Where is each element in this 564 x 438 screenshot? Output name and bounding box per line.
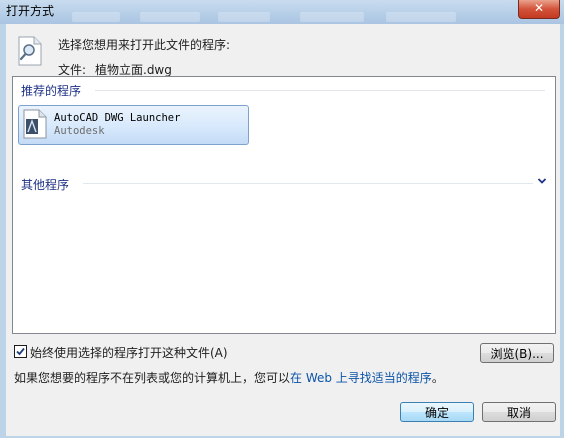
recommended-programs-header[interactable]: 推荐的程序: [21, 82, 81, 98]
browse-button[interactable]: 浏览(B)...: [480, 343, 554, 363]
other-programs-header[interactable]: 其他程序: [21, 176, 69, 192]
checkmark-icon: [16, 347, 25, 356]
chevron-down-icon[interactable]: [537, 176, 547, 186]
cancel-button[interactable]: 取消: [482, 402, 556, 422]
group-divider: [83, 183, 533, 184]
search-file-icon: [18, 36, 42, 66]
open-with-dialog: 选择您想用来打开此文件的程序: 文件: 植物立面.dwg 推荐的程序 AutoC…: [6, 24, 560, 436]
info-text: 如果您想要的程序不在列表或您的计算机上，您可以在 Web 上寻找适当的程序。: [14, 369, 444, 386]
dialog-prompt: 选择您想用来打开此文件的程序:: [58, 38, 231, 52]
close-button[interactable]: ✕: [518, 0, 560, 19]
window-title: 打开方式: [6, 4, 55, 18]
titlebar-reflection: [140, 12, 200, 22]
always-use-checkbox[interactable]: [14, 345, 27, 358]
always-use-label[interactable]: 始终使用选择的程序打开这种文件(A): [30, 344, 228, 361]
program-vendor: Autodesk: [54, 125, 105, 137]
group-divider: [95, 90, 545, 91]
titlebar-reflection: [386, 12, 456, 22]
program-list[interactable]: 推荐的程序 AutoCAD DWG Launcher Autodesk 其他程序: [12, 76, 556, 334]
titlebar-reflection: [72, 12, 120, 22]
program-name: AutoCAD DWG Launcher: [54, 112, 181, 124]
program-item-autocad[interactable]: AutoCAD DWG Launcher Autodesk: [18, 105, 249, 145]
title-bar[interactable]: 打开方式 ✕: [0, 0, 564, 24]
autocad-dwg-icon: [23, 109, 47, 139]
titlebar-reflection: [218, 12, 270, 22]
info-prefix: 如果您想要的程序不在列表或您的计算机上，您可以: [14, 371, 291, 385]
close-icon: ✕: [533, 1, 545, 15]
find-on-web-link[interactable]: 在 Web 上寻找适当的程序: [290, 371, 432, 385]
titlebar-reflection: [300, 12, 364, 22]
ok-button[interactable]: 确定: [400, 402, 474, 422]
info-suffix: 。: [431, 371, 444, 385]
